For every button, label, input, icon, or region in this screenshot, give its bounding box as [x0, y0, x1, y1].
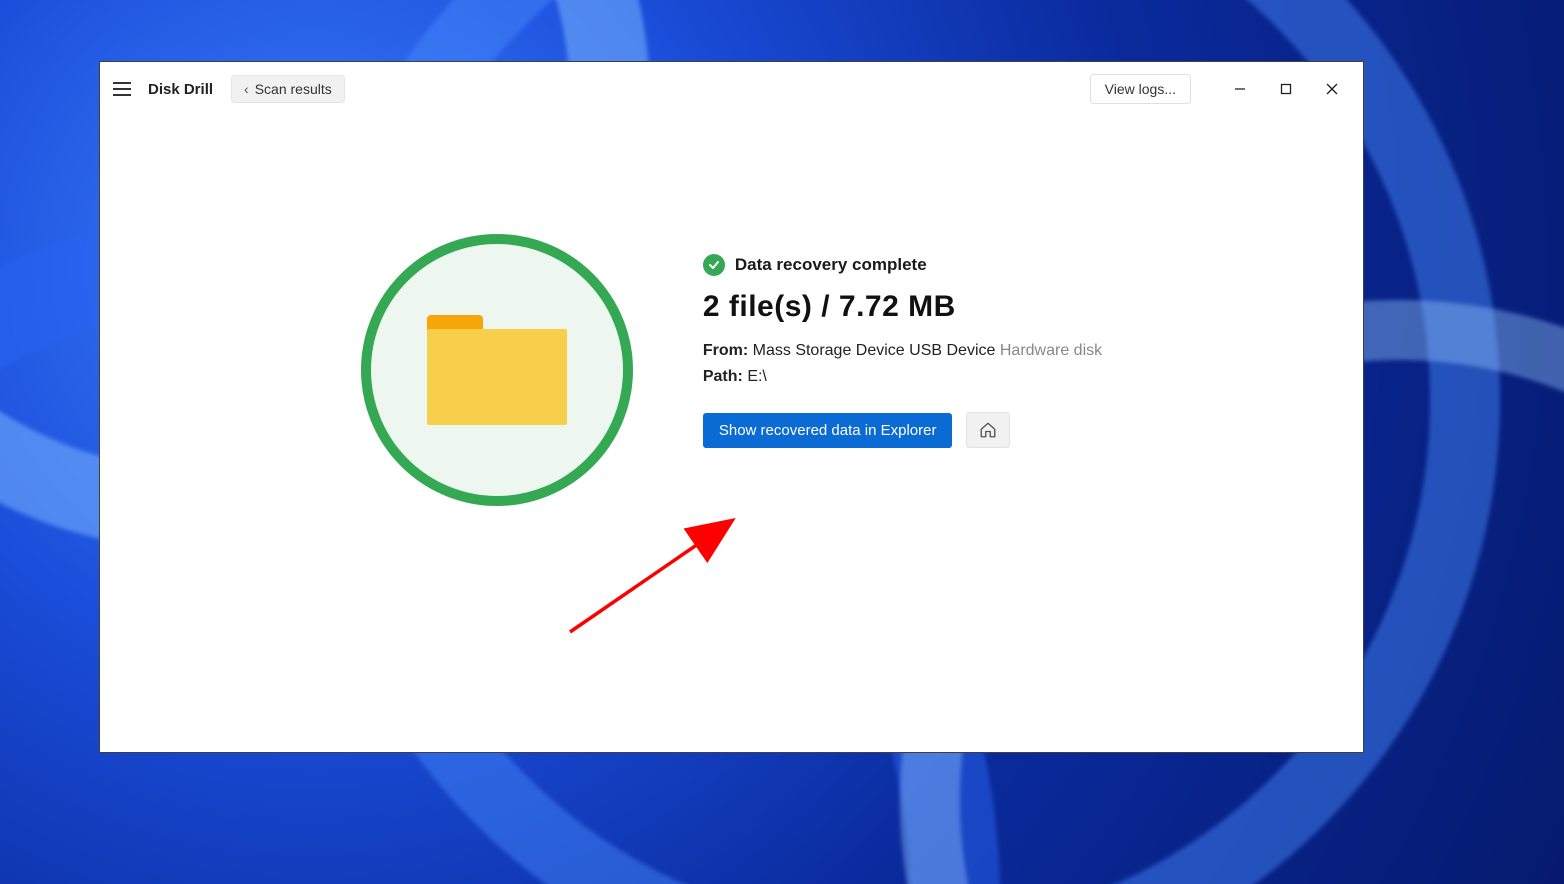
- from-label: From:: [703, 342, 748, 359]
- home-button[interactable]: [966, 412, 1010, 448]
- minimize-button[interactable]: [1217, 69, 1263, 109]
- from-value: Mass Storage Device USB Device: [753, 342, 996, 359]
- app-title: Disk Drill: [148, 81, 213, 98]
- desktop-background: Disk Drill ‹ Scan results View logs...: [0, 0, 1564, 884]
- path-value: E:\: [747, 368, 767, 385]
- titlebar: Disk Drill ‹ Scan results View logs...: [100, 62, 1363, 116]
- summary-text: 2 file(s) / 7.72 MB: [703, 290, 1102, 324]
- chevron-left-icon: ‹: [244, 81, 249, 97]
- show-in-explorer-button[interactable]: Show recovered data in Explorer: [703, 413, 953, 448]
- result-row: Data recovery complete 2 file(s) / 7.72 …: [361, 234, 1102, 506]
- back-button[interactable]: ‹ Scan results: [231, 75, 345, 103]
- action-row: Show recovered data in Explorer: [703, 412, 1102, 448]
- success-folder-badge: [361, 234, 633, 506]
- content-area: Data recovery complete 2 file(s) / 7.72 …: [100, 116, 1363, 752]
- status-text: Data recovery complete: [735, 255, 927, 275]
- recovery-details: Data recovery complete 2 file(s) / 7.72 …: [703, 234, 1102, 448]
- home-icon: [979, 421, 997, 439]
- folder-icon: [427, 315, 567, 425]
- menu-icon[interactable]: [108, 75, 136, 103]
- path-label: Path:: [703, 368, 743, 385]
- window-controls: [1217, 69, 1355, 109]
- status-line: Data recovery complete: [703, 254, 1102, 276]
- annotation-arrow-icon: [560, 502, 770, 642]
- from-line: From: Mass Storage Device USB Device Har…: [703, 342, 1102, 360]
- app-window: Disk Drill ‹ Scan results View logs...: [99, 61, 1364, 753]
- check-circle-icon: [703, 254, 725, 276]
- maximize-button[interactable]: [1263, 69, 1309, 109]
- path-line: Path: E:\: [703, 368, 1102, 386]
- close-button[interactable]: [1309, 69, 1355, 109]
- from-suffix: Hardware disk: [1000, 342, 1102, 359]
- view-logs-button[interactable]: View logs...: [1090, 74, 1191, 104]
- back-label: Scan results: [255, 81, 332, 97]
